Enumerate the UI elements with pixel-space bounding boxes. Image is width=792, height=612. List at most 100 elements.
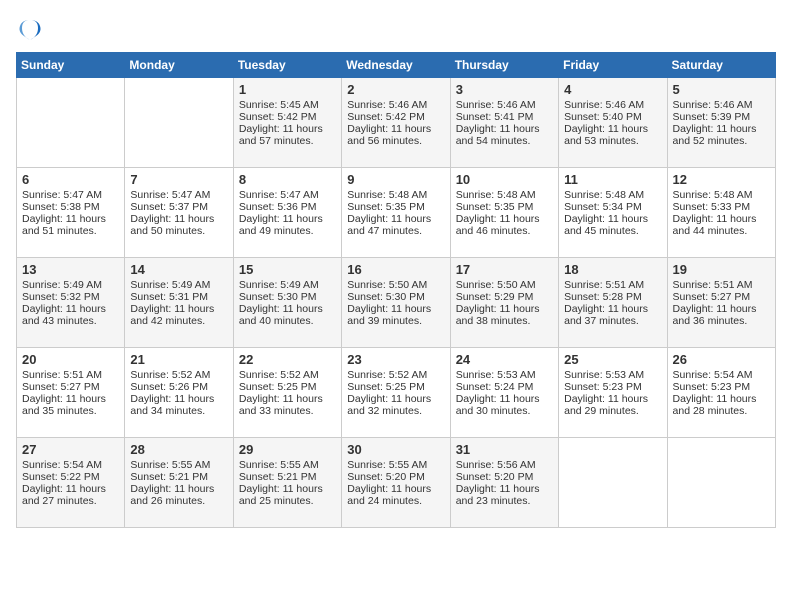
day-info: Sunrise: 5:53 AM	[456, 369, 553, 381]
day-info: Sunrise: 5:51 AM	[22, 369, 119, 381]
day-info: Sunrise: 5:53 AM	[564, 369, 661, 381]
day-info: Daylight: 11 hours and 37 minutes.	[564, 303, 661, 327]
calendar-cell: 1Sunrise: 5:45 AMSunset: 5:42 PMDaylight…	[233, 78, 341, 168]
day-number: 26	[673, 352, 770, 367]
day-info: Sunrise: 5:48 AM	[564, 189, 661, 201]
calendar-cell: 28Sunrise: 5:55 AMSunset: 5:21 PMDayligh…	[125, 438, 233, 528]
day-info: Sunrise: 5:46 AM	[564, 99, 661, 111]
day-number: 17	[456, 262, 553, 277]
day-info: Sunrise: 5:47 AM	[22, 189, 119, 201]
day-info: Sunset: 5:42 PM	[239, 111, 336, 123]
day-info: Sunrise: 5:48 AM	[456, 189, 553, 201]
day-info: Sunset: 5:35 PM	[347, 201, 444, 213]
day-info: Sunset: 5:27 PM	[22, 381, 119, 393]
day-info: Sunset: 5:41 PM	[456, 111, 553, 123]
day-info: Sunrise: 5:56 AM	[456, 459, 553, 471]
day-info: Daylight: 11 hours and 30 minutes.	[456, 393, 553, 417]
day-number: 3	[456, 82, 553, 97]
day-info: Sunrise: 5:46 AM	[456, 99, 553, 111]
day-number: 31	[456, 442, 553, 457]
calendar-table: SundayMondayTuesdayWednesdayThursdayFrid…	[16, 52, 776, 528]
day-info: Sunset: 5:34 PM	[564, 201, 661, 213]
day-info: Sunset: 5:22 PM	[22, 471, 119, 483]
weekday-header-saturday: Saturday	[667, 53, 775, 78]
day-number: 24	[456, 352, 553, 367]
weekday-header-tuesday: Tuesday	[233, 53, 341, 78]
day-info: Daylight: 11 hours and 51 minutes.	[22, 213, 119, 237]
day-info: Sunrise: 5:49 AM	[239, 279, 336, 291]
calendar-cell: 5Sunrise: 5:46 AMSunset: 5:39 PMDaylight…	[667, 78, 775, 168]
calendar-cell: 27Sunrise: 5:54 AMSunset: 5:22 PMDayligh…	[17, 438, 125, 528]
calendar-cell: 31Sunrise: 5:56 AMSunset: 5:20 PMDayligh…	[450, 438, 558, 528]
calendar-cell: 4Sunrise: 5:46 AMSunset: 5:40 PMDaylight…	[559, 78, 667, 168]
calendar-cell: 11 Sunrise: 5:48 AMSunset: 5:34 PMDayligh…	[559, 168, 667, 258]
day-info: Sunrise: 5:46 AM	[347, 99, 444, 111]
day-info: Sunrise: 5:49 AM	[130, 279, 227, 291]
day-number: 16	[347, 262, 444, 277]
day-number: 28	[130, 442, 227, 457]
day-info: Sunrise: 5:51 AM	[673, 279, 770, 291]
calendar-cell: 30 Sunrise: 5:55 AMSunset: 5:20 PMDayligh…	[342, 438, 450, 528]
day-info: Sunset: 5:25 PM	[239, 381, 336, 393]
day-number: 30	[347, 442, 444, 457]
day-info: Daylight: 11 hours and 40 minutes.	[239, 303, 336, 327]
day-number: 14	[130, 262, 227, 277]
day-info: Daylight: 11 hours and 35 minutes.	[22, 393, 119, 417]
day-info: Daylight: 11 hours and 49 minutes.	[239, 213, 336, 237]
day-info: Sunset: 5:24 PM	[456, 381, 553, 393]
day-number: 5	[673, 82, 770, 97]
day-info: Sunset: 5:32 PM	[22, 291, 119, 303]
calendar-cell: 29Sunrise: 5:55 AMSunset: 5:21 PMDayligh…	[233, 438, 341, 528]
day-info: Sunset: 5:29 PM	[456, 291, 553, 303]
day-info: Daylight: 11 hours and 29 minutes.	[564, 393, 661, 417]
day-number: 9	[347, 172, 444, 187]
day-info: Sunrise: 5:55 AM	[347, 459, 444, 471]
calendar-cell: 7Sunrise: 5:47 AMSunset: 5:37 PMDaylight…	[125, 168, 233, 258]
day-number: 23	[347, 352, 444, 367]
day-info: Sunset: 5:20 PM	[347, 471, 444, 483]
day-info: Sunset: 5:23 PM	[564, 381, 661, 393]
day-info: Sunset: 5:33 PM	[673, 201, 770, 213]
calendar-cell: 12Sunrise: 5:48 AMSunset: 5:33 PMDayligh…	[667, 168, 775, 258]
day-info: Sunset: 5:42 PM	[347, 111, 444, 123]
day-info: Sunset: 5:28 PM	[564, 291, 661, 303]
calendar-cell: 9Sunrise: 5:48 AMSunset: 5:35 PMDaylight…	[342, 168, 450, 258]
calendar-cell: 2Sunrise: 5:46 AMSunset: 5:42 PMDaylight…	[342, 78, 450, 168]
day-number: 22	[239, 352, 336, 367]
day-number: 11	[564, 172, 661, 187]
day-info: Sunset: 5:21 PM	[239, 471, 336, 483]
calendar-cell	[559, 438, 667, 528]
weekday-header-thursday: Thursday	[450, 53, 558, 78]
day-number: 10	[456, 172, 553, 187]
day-info: Daylight: 11 hours and 53 minutes.	[564, 123, 661, 147]
calendar-cell: 24 Sunrise: 5:53 AMSunset: 5:24 PMDayligh…	[450, 348, 558, 438]
day-info: Sunrise: 5:52 AM	[347, 369, 444, 381]
day-info: Daylight: 11 hours and 54 minutes.	[456, 123, 553, 147]
calendar-cell: 13Sunrise: 5:49 AMSunset: 5:32 PMDayligh…	[17, 258, 125, 348]
day-number: 19	[673, 262, 770, 277]
calendar-cell: 26Sunrise: 5:54 AMSunset: 5:23 PMDayligh…	[667, 348, 775, 438]
day-info: Sunset: 5:23 PM	[673, 381, 770, 393]
day-info: Daylight: 11 hours and 25 minutes.	[239, 483, 336, 507]
day-info: Daylight: 11 hours and 45 minutes.	[564, 213, 661, 237]
calendar-cell: 8Sunrise: 5:47 AMSunset: 5:36 PMDaylight…	[233, 168, 341, 258]
day-number: 27	[22, 442, 119, 457]
day-number: 1	[239, 82, 336, 97]
day-number: 7	[130, 172, 227, 187]
calendar-cell	[125, 78, 233, 168]
weekday-header-sunday: Sunday	[17, 53, 125, 78]
calendar-cell: 22Sunrise: 5:52 AMSunset: 5:25 PMDayligh…	[233, 348, 341, 438]
day-info: Sunrise: 5:55 AM	[239, 459, 336, 471]
calendar-cell: 23Sunrise: 5:52 AMSunset: 5:25 PMDayligh…	[342, 348, 450, 438]
weekday-header-monday: Monday	[125, 53, 233, 78]
day-info: Sunrise: 5:55 AM	[130, 459, 227, 471]
day-info: Sunrise: 5:46 AM	[673, 99, 770, 111]
day-info: Sunset: 5:30 PM	[239, 291, 336, 303]
day-info: Sunrise: 5:52 AM	[239, 369, 336, 381]
day-info: Daylight: 11 hours and 34 minutes.	[130, 393, 227, 417]
day-info: Daylight: 11 hours and 38 minutes.	[456, 303, 553, 327]
day-number: 15	[239, 262, 336, 277]
day-info: Daylight: 11 hours and 24 minutes.	[347, 483, 444, 507]
day-info: Daylight: 11 hours and 57 minutes.	[239, 123, 336, 147]
day-info: Sunrise: 5:48 AM	[673, 189, 770, 201]
